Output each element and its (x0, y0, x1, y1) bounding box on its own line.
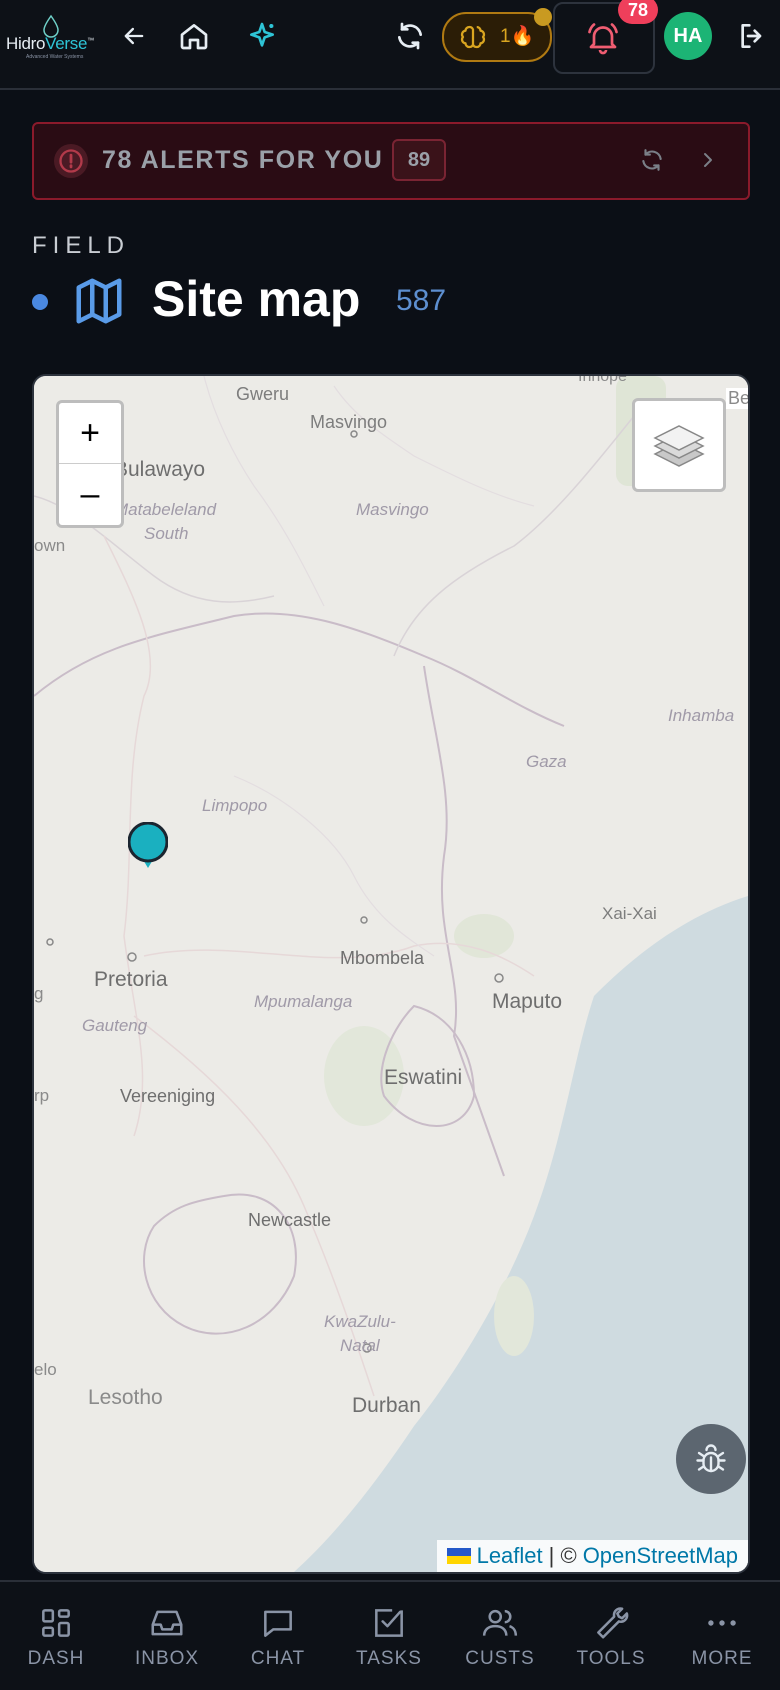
alerts-banner[interactable]: 78 ALERTS FOR YOU 89 (32, 122, 750, 200)
back-button[interactable] (112, 16, 156, 56)
map-label-inhope: Inhope (578, 374, 627, 385)
nav-tasks-label: TASKS (356, 1648, 422, 1669)
bug-icon (696, 1444, 726, 1473)
map-label-elo: elo (34, 1360, 57, 1379)
map-label-be: Be (726, 388, 748, 409)
brain-icon (460, 25, 486, 49)
grid-icon (42, 1609, 70, 1637)
map-label-lesotho: Lesotho (88, 1386, 163, 1409)
inbox-icon (151, 1610, 183, 1636)
more-icon (708, 1620, 736, 1626)
streak-count: 1🔥 (500, 26, 535, 47)
layers-icon (653, 425, 705, 467)
nav-chat-label: CHAT (250, 1648, 306, 1669)
attribution-separator: | © (548, 1543, 577, 1568)
logo-text: HidroVerse™ (6, 34, 94, 53)
streak-indicator-dot (534, 8, 552, 26)
home-button[interactable] (172, 14, 216, 58)
logout-button[interactable] (730, 16, 774, 56)
map-label-inhambane: Inhamba (668, 706, 735, 725)
logout-icon (741, 24, 762, 48)
home-icon (180, 24, 208, 50)
map-icon (76, 278, 122, 324)
openstreetmap-link[interactable]: OpenStreetMap (583, 1543, 738, 1569)
map-label-rp: rp (34, 1086, 50, 1105)
map-label-mpumalanga: Mpumalanga (254, 992, 353, 1011)
avatar[interactable]: HA (664, 12, 712, 60)
site-marker[interactable] (127, 821, 169, 878)
nav-more[interactable]: MORE (672, 1604, 772, 1670)
map-label-masvingo-province: Masvingo (356, 500, 429, 519)
map-label-vereeniging: Vereeniging (120, 1086, 216, 1106)
zoom-control: + – (56, 400, 124, 528)
logo-subtitle: Advanced Water Systems (26, 54, 84, 60)
refresh-button[interactable] (388, 14, 432, 58)
site-count: 587 (396, 284, 447, 317)
wrench-icon (597, 1607, 629, 1639)
notifications-badge: 78 (618, 0, 658, 24)
top-bar: HidroVerse™ Advanced Water Systems 1🔥 78… (0, 0, 780, 90)
nav-chat[interactable]: CHAT (228, 1604, 328, 1670)
zoom-out-button[interactable]: – (59, 464, 121, 524)
section-label: FIELD (32, 232, 131, 259)
ai-sparkle-button[interactable] (240, 14, 284, 58)
nav-custs-label: CUSTS (465, 1648, 535, 1669)
nav-tools-label: TOOLS (576, 1648, 646, 1669)
map-label-durban: Durban (352, 1394, 421, 1417)
chat-icon (264, 1610, 292, 1637)
map-label-eswatini: Eswatini (384, 1066, 463, 1089)
ukraine-flag-icon (446, 1548, 471, 1564)
map-label-natal: Natal (340, 1336, 380, 1355)
users-icon (482, 1609, 518, 1636)
map-label-bulawayo: Bulawayo (114, 458, 206, 481)
bug-report-button[interactable] (676, 1424, 746, 1494)
alert-circle-icon (54, 144, 88, 178)
bell-icon (588, 23, 618, 55)
arrow-left-icon (124, 27, 144, 45)
map-label-newcastle: Newcastle (248, 1210, 332, 1230)
map-label-own: own (34, 536, 66, 555)
map-label-mbombela: Mbombela (340, 948, 425, 968)
map-label-maputo: Maputo (492, 990, 563, 1013)
nav-dash-label: DASH (27, 1648, 85, 1669)
nav-custs[interactable]: CUSTS (450, 1604, 550, 1670)
sparkle-icon (250, 22, 274, 47)
nav-tasks[interactable]: TASKS (339, 1604, 439, 1670)
nav-inbox[interactable]: INBOX (117, 1604, 217, 1670)
leaflet-link[interactable]: Leaflet (477, 1543, 543, 1569)
bottom-nav: DASH INBOX CHAT TASKS CUSTS TOOLS MORE (0, 1580, 780, 1690)
alerts-refresh-button[interactable] (634, 142, 670, 178)
map-label-pretoria: Pretoria (94, 968, 168, 991)
map-label-gauteng: Gauteng (82, 1016, 148, 1035)
nav-more-label: MORE (691, 1648, 753, 1669)
alerts-count-badge: 89 (392, 139, 446, 181)
refresh-icon (642, 149, 662, 171)
nav-tools[interactable]: TOOLS (561, 1604, 661, 1670)
page-title: Site map (152, 271, 361, 327)
map-label-g: g (34, 984, 44, 1003)
zoom-in-button[interactable]: + (59, 403, 121, 464)
map-label-xai-xai: Xai-Xai (602, 904, 657, 923)
refresh-icon (398, 22, 422, 50)
nav-inbox-label: INBOX (134, 1648, 200, 1669)
map-attribution: Leaflet | © OpenStreetMap (436, 1540, 748, 1572)
chevron-right-icon (704, 153, 712, 167)
alerts-open-button[interactable] (690, 142, 726, 178)
map-label-kwazulu: KwaZulu- (324, 1312, 396, 1331)
map-label-south: South (144, 524, 189, 543)
nav-dash[interactable]: DASH (6, 1604, 106, 1670)
map-label-masvingo-city: Masvingo (310, 412, 388, 432)
map-label-gaza: Gaza (526, 752, 567, 771)
map-label-limpopo: Limpopo (202, 796, 268, 815)
map-label-matabeleland: Matabeleland (114, 500, 217, 519)
map-pin-icon (127, 821, 169, 868)
alerts-text: 78 ALERTS FOR YOU (102, 146, 384, 174)
checkbox-icon (375, 1609, 403, 1637)
status-dot (32, 294, 48, 310)
map-label-gweru: Gweru (236, 384, 290, 404)
site-map[interactable]: Gweru Inhope Masvingo Bulawayo Matabelel… (32, 374, 750, 1574)
layers-button[interactable] (632, 398, 726, 492)
